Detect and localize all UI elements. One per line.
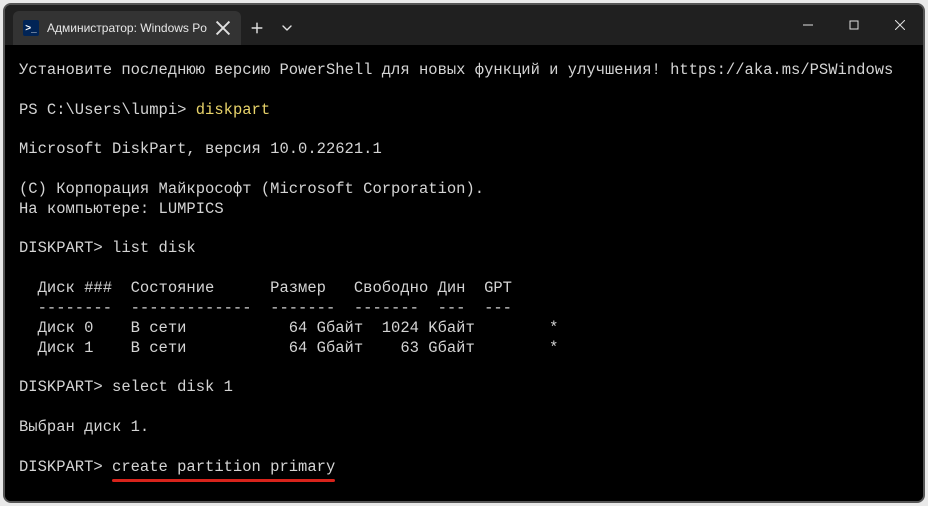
titlebar: >_ Администратор: Windows Po: [5, 5, 923, 45]
table-row: Диск 0 В сети 64 Gбайт 1024 Kбайт *: [19, 319, 559, 337]
tab-active[interactable]: >_ Администратор: Windows Po: [13, 11, 241, 45]
terminal-body[interactable]: Установите последнюю версию PowerShell д…: [5, 45, 923, 501]
terminal-output: Установите последнюю версию PowerShell д…: [19, 61, 909, 477]
disk-table-header: Диск ### Состояние Размер Свободно Дин G…: [19, 279, 512, 297]
command-diskpart: diskpart: [196, 101, 270, 119]
titlebar-drag-area[interactable]: [301, 5, 785, 45]
table-row: Диск 1 В сети 64 Gбайт 63 Gбайт *: [19, 339, 559, 357]
highlight-underline: [112, 479, 335, 482]
tab-dropdown-button[interactable]: [273, 11, 301, 45]
command-create-partition: create partition primary: [112, 458, 335, 476]
new-tab-button[interactable]: [241, 11, 273, 45]
tab-close-button[interactable]: [215, 20, 231, 36]
tab-title: Администратор: Windows Po: [47, 21, 207, 35]
maximize-button[interactable]: [831, 5, 877, 45]
window-controls: [785, 5, 923, 45]
command-select-disk: select disk 1: [112, 378, 233, 396]
terminal-window: >_ Администратор: Windows Po: [3, 3, 925, 503]
powershell-icon: >_: [23, 20, 39, 36]
minimize-button[interactable]: [785, 5, 831, 45]
close-button[interactable]: [877, 5, 923, 45]
command-list-disk: list disk: [112, 239, 196, 257]
